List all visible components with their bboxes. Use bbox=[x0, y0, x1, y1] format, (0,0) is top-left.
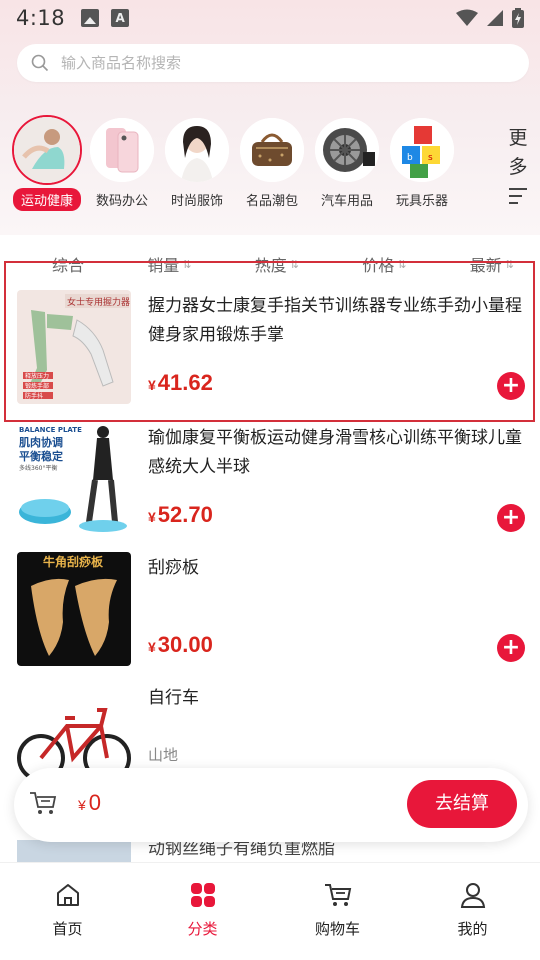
sort-composite[interactable]: 综合 bbox=[52, 248, 84, 280]
category-image bbox=[315, 118, 379, 182]
product-image: 女士专用握力器释放压力锻炼手部防手抖 bbox=[17, 290, 131, 404]
sort-price[interactable]: 价格 ⇅ bbox=[362, 248, 406, 280]
cart-summary-bar: ¥0 去结算 bbox=[14, 768, 528, 842]
sort-newest[interactable]: 最新 ⇅ bbox=[470, 248, 514, 280]
nav-label: 首页 bbox=[52, 920, 83, 938]
more-categories-button[interactable]: 更 多 bbox=[503, 124, 533, 209]
sort-label: 销量 bbox=[147, 256, 180, 275]
text-notification-icon: A bbox=[111, 9, 130, 27]
category-label: 玩具乐器 bbox=[395, 194, 448, 209]
sort-arrows-icon: ⇅ bbox=[289, 257, 299, 271]
svg-text:s: s bbox=[428, 153, 433, 163]
product-image bbox=[17, 840, 131, 862]
product-subtitle: 山地 bbox=[148, 746, 179, 764]
category-label: 运动健康 bbox=[12, 188, 81, 211]
sort-arrows-icon: ⇅ bbox=[504, 257, 514, 271]
category-sports-health[interactable]: 运动健康 bbox=[9, 115, 85, 211]
category-image bbox=[240, 118, 304, 182]
product-price: ¥41.62 bbox=[148, 370, 213, 395]
add-to-cart-button[interactable]: + bbox=[497, 634, 525, 662]
svg-text:平衡稳定: 平衡稳定 bbox=[19, 449, 63, 463]
category-grid-icon bbox=[190, 883, 215, 907]
filter-lines-icon bbox=[509, 188, 527, 204]
category-toys-instruments[interactable]: bs 玩具乐器 bbox=[384, 118, 460, 209]
sort-arrows-icon: ⇅ bbox=[182, 257, 192, 271]
product-price: ¥52.70 bbox=[148, 502, 213, 527]
gallery-notification-icon bbox=[81, 9, 100, 27]
nav-label: 我的 bbox=[457, 920, 488, 938]
nav-cart[interactable]: 购物车 bbox=[270, 863, 405, 960]
sort-arrows-icon: ⇅ bbox=[397, 257, 407, 271]
home-icon bbox=[56, 884, 79, 906]
nav-label: 分类 bbox=[187, 920, 218, 938]
checkout-button[interactable]: 去结算 bbox=[407, 780, 517, 828]
svg-text:释放压力: 释放压力 bbox=[25, 372, 49, 380]
thumb-title: 女士专用握力器 bbox=[67, 296, 130, 308]
category-image bbox=[165, 118, 229, 182]
category-image: bs bbox=[390, 118, 454, 182]
category-label: 时尚服饰 bbox=[170, 194, 223, 209]
product-card-partial[interactable]: 动钢丝绳子有绳负重燃脂 bbox=[0, 840, 540, 862]
category-digital-office[interactable]: 数码办公 bbox=[84, 118, 160, 209]
product-card[interactable]: 牛角刮痧板 刮痧板 ¥30.00 + bbox=[0, 548, 540, 676]
product-price: ¥30.00 bbox=[148, 632, 213, 657]
product-title: 自行车 bbox=[148, 688, 199, 708]
wifi-icon bbox=[456, 9, 478, 26]
more-label-line2: 多 bbox=[508, 156, 528, 178]
nav-category[interactable]: 分类 bbox=[135, 863, 270, 960]
svg-text:多线360°平衡: 多线360°平衡 bbox=[19, 464, 57, 472]
nav-label: 购物车 bbox=[314, 920, 360, 938]
sort-popularity[interactable]: 热度 ⇅ bbox=[255, 248, 299, 280]
svg-text:锻炼手部: 锻炼手部 bbox=[25, 382, 49, 390]
cart-total: ¥0 bbox=[78, 790, 102, 815]
sort-label: 最新 bbox=[469, 256, 502, 275]
product-title: 动钢丝绳子有绳负重燃脂 bbox=[148, 840, 335, 859]
sort-bar: 综合 销量 ⇅ 热度 ⇅ 价格 ⇅ 最新 ⇅ bbox=[0, 248, 540, 280]
category-luxury-bags[interactable]: 名品潮包 bbox=[234, 118, 310, 209]
product-card[interactable]: BALANCE PLATE 肌肉协调 平衡稳定 多线360°平衡 瑜伽康复平衡板运动健… bbox=[0, 418, 540, 546]
category-label: 名品潮包 bbox=[245, 194, 298, 209]
svg-text:肌肉协调: 肌肉协调 bbox=[18, 435, 63, 449]
sort-sales[interactable]: 销量 ⇅ bbox=[147, 248, 191, 280]
category-label: 汽车用品 bbox=[320, 194, 373, 209]
product-card[interactable]: 女士专用握力器释放压力锻炼手部防手抖 握力器女士康复手指关节训练器专业练手劲小量… bbox=[0, 286, 540, 414]
search-input[interactable] bbox=[61, 54, 481, 72]
svg-text:防手抖: 防手抖 bbox=[25, 392, 43, 400]
add-to-cart-button[interactable]: + bbox=[497, 372, 525, 400]
category-auto-supplies[interactable]: 汽车用品 bbox=[309, 118, 385, 209]
nav-home[interactable]: 首页 bbox=[0, 863, 135, 960]
product-title: 握力器女士康复手指关节训练器专业练手劲小量程健身家用锻炼手掌 bbox=[148, 296, 522, 345]
bottom-nav: 首页 分类 购物车 我的 bbox=[0, 862, 540, 960]
status-time: 4:18 bbox=[16, 6, 66, 30]
product-image: 牛角刮痧板 bbox=[17, 552, 131, 666]
category-fashion[interactable]: 时尚服饰 bbox=[159, 118, 235, 209]
signal-icon bbox=[487, 10, 503, 26]
user-icon bbox=[460, 883, 485, 908]
product-image: BALANCE PLATE 肌肉协调 平衡稳定 多线360°平衡 bbox=[17, 422, 131, 536]
sort-label: 热度 bbox=[254, 256, 287, 275]
status-bar: 4:18 A bbox=[0, 0, 540, 36]
nav-profile[interactable]: 我的 bbox=[405, 863, 540, 960]
shopping-cart-icon bbox=[324, 884, 351, 906]
product-title: 瑜伽康复平衡板运动健身滑雪核心训练平衡球儿童感统大人半球 bbox=[148, 428, 522, 477]
sort-label: 价格 bbox=[362, 256, 395, 275]
battery-icon bbox=[512, 8, 524, 28]
cart-icon[interactable] bbox=[28, 790, 58, 816]
search-icon bbox=[31, 54, 49, 72]
add-to-cart-button[interactable]: + bbox=[497, 504, 525, 532]
more-label-line1: 更 bbox=[508, 127, 528, 149]
search-bar[interactable] bbox=[17, 44, 529, 82]
svg-text:BALANCE PLATE: BALANCE PLATE bbox=[19, 426, 82, 434]
svg-text:牛角刮痧板: 牛角刮痧板 bbox=[43, 554, 104, 569]
category-image bbox=[12, 115, 82, 185]
svg-text:b: b bbox=[407, 153, 413, 163]
product-title: 刮痧板 bbox=[148, 558, 199, 578]
category-strip: 运动健康 数码办公 时尚服饰 名品潮包 汽车用品 bs 玩具乐器 更 多 bbox=[0, 112, 540, 222]
sort-label: 综合 bbox=[52, 256, 85, 275]
category-image bbox=[90, 118, 154, 182]
category-label: 数码办公 bbox=[95, 194, 148, 209]
